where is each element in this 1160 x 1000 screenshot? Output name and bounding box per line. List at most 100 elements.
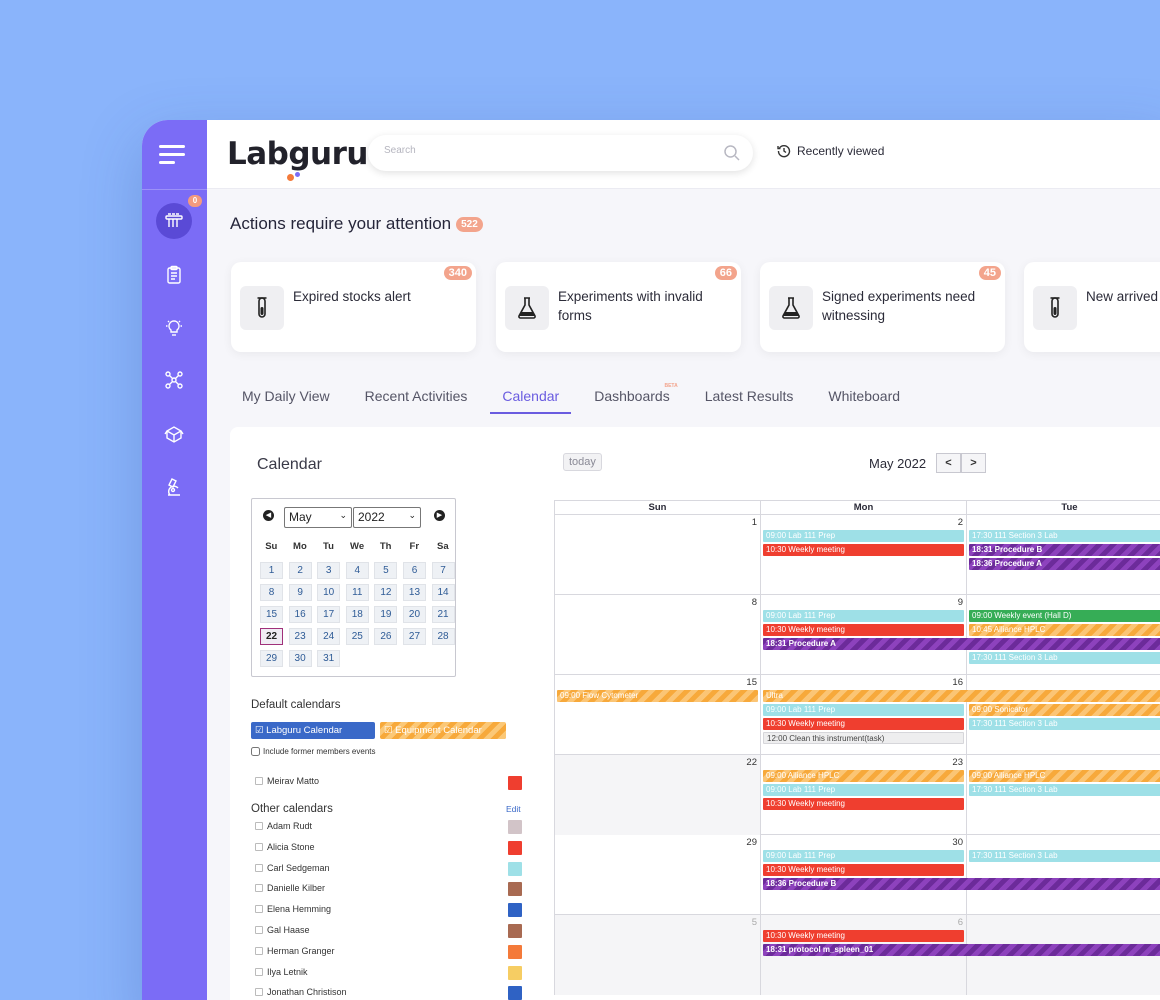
box-icon[interactable] [156, 415, 192, 451]
calendar-event[interactable]: 09:00 Alliance HPLC [969, 770, 1160, 782]
color-swatch[interactable] [508, 840, 522, 855]
mini-day[interactable]: 19 [374, 606, 398, 623]
calendar-event[interactable]: 09:00 Lab 111 Prep [763, 610, 964, 622]
color-swatch[interactable] [508, 986, 522, 1000]
calendar-event[interactable]: 09:00 Flow Cytometer [557, 690, 758, 702]
microscope-icon[interactable] [156, 469, 192, 505]
day-cell[interactable]: 15 [555, 675, 761, 755]
calendar-event[interactable]: Ultra [763, 690, 1160, 702]
calendar-event[interactable]: 10:30 Weekly meeting [763, 798, 964, 810]
labguru-logo[interactable]: Labguru [227, 136, 368, 181]
mini-day[interactable]: 31 [317, 650, 341, 667]
calendar-event[interactable]: 09:00 Lab 111 Prep [763, 784, 964, 796]
day-cell[interactable]: 29 [555, 835, 761, 915]
mini-day[interactable]: 13 [402, 584, 426, 601]
mini-day[interactable]: 20 [402, 606, 426, 623]
edit-calendars-link[interactable]: Edit [506, 804, 521, 814]
color-swatch[interactable] [508, 861, 522, 876]
search-input[interactable] [384, 145, 704, 156]
mini-day[interactable]: 9 [288, 584, 312, 601]
calendar-event[interactable]: 10:30 Weekly meeting [763, 718, 964, 730]
samples-icon[interactable]: 0 [156, 195, 202, 239]
other-calendar-item[interactable]: Carl Sedgeman [255, 863, 330, 873]
day-cell[interactable]: 8 [555, 595, 761, 675]
calendar-event[interactable]: 10:30 Weekly meeting [763, 930, 964, 942]
other-calendar-item[interactable]: Ilya Letnik [255, 967, 308, 977]
expired-stocks-card[interactable]: Expired stocks alert 340 [231, 262, 476, 352]
calendar-event[interactable]: 12:00 Clean this instrument(task) [763, 732, 964, 744]
mini-day[interactable]: 26 [374, 628, 398, 645]
today-button[interactable]: today [563, 453, 602, 471]
invalid-forms-card[interactable]: Experiments with invalid forms 66 [496, 262, 741, 352]
other-calendar-item[interactable]: Elena Hemming [255, 904, 331, 914]
mini-day[interactable]: 25 [345, 628, 369, 645]
day-cell[interactable]: 5 [555, 915, 761, 995]
color-swatch[interactable] [508, 903, 522, 918]
mini-day[interactable]: 5 [374, 562, 398, 579]
color-swatch[interactable] [508, 944, 522, 959]
mini-day[interactable]: 12 [374, 584, 398, 601]
mini-year-select[interactable]: 2022 ⌄ [353, 507, 421, 528]
mini-day[interactable]: 6 [402, 562, 426, 579]
mini-day[interactable]: 16 [288, 606, 312, 623]
mini-day[interactable]: 17 [317, 606, 341, 623]
mini-day[interactable]: 15 [260, 606, 283, 623]
lightbulb-icon[interactable] [156, 310, 192, 346]
color-swatch[interactable] [508, 965, 522, 980]
mini-prev-icon[interactable]: ◀ [263, 510, 274, 521]
day-cell[interactable]: 22 [555, 755, 761, 835]
mini-day[interactable]: 2 [288, 562, 312, 579]
mini-day[interactable]: 21 [431, 606, 455, 623]
other-calendar-item[interactable]: Gal Haase [255, 925, 310, 935]
network-icon[interactable] [156, 362, 192, 398]
mini-day[interactable]: 3 [317, 562, 341, 579]
mini-day[interactable]: 14 [431, 584, 455, 601]
day-cell[interactable]: 1 [555, 515, 761, 595]
calendar-event[interactable]: 18:31 Procedure A [763, 638, 1160, 650]
calendar-event[interactable]: 09:00 Weekly event (Hall D) [969, 610, 1160, 622]
prev-month-button[interactable]: < [936, 453, 961, 473]
calendar-event[interactable]: 17:30 111 Section 3 Lab [969, 530, 1160, 542]
calendar-event[interactable]: 10:30 Weekly meeting [763, 864, 964, 876]
mini-day[interactable]: 7 [431, 562, 455, 579]
color-swatch[interactable] [508, 776, 522, 790]
calendar-event[interactable]: 10:45 Alliance HPLC [969, 624, 1160, 636]
day-cell[interactable]: 31 [967, 835, 1160, 915]
calendar-event[interactable]: 18:36 Procedure A [969, 558, 1160, 570]
hamburger-menu-icon[interactable] [159, 145, 185, 165]
mini-day[interactable]: 29 [260, 650, 283, 667]
calendar-event[interactable]: 09:00 Lab 111 Prep [763, 850, 964, 862]
my-calendar-item[interactable]: Meirav Matto [255, 776, 319, 786]
new-arrived-card[interactable]: New arrived [1024, 262, 1160, 352]
calendar-event[interactable]: 09:00 Alliance HPLC [763, 770, 964, 782]
mini-next-icon[interactable]: ▶ [434, 510, 445, 521]
mini-day[interactable]: 4 [345, 562, 369, 579]
color-swatch[interactable] [508, 820, 522, 834]
other-calendar-item[interactable]: Jonathan Christison [255, 987, 347, 997]
color-swatch[interactable] [508, 882, 522, 897]
calendar-event[interactable]: 18:36 Procedure B [763, 878, 1160, 890]
calendar-event[interactable]: 10:30 Weekly meeting [763, 544, 964, 556]
include-former-checkbox[interactable] [251, 747, 260, 756]
mini-day[interactable]: 27 [402, 628, 426, 645]
search-box[interactable] [368, 135, 753, 171]
mini-day[interactable]: 22 [260, 628, 283, 645]
mini-day[interactable]: 10 [317, 584, 341, 601]
calendar-event[interactable]: 09:00 Sonicator [969, 704, 1160, 716]
calendar-event[interactable]: 18:31 protocol m_spleen_01 [763, 944, 1160, 956]
calendar-event[interactable]: 10:30 Weekly meeting [763, 624, 964, 636]
color-swatch[interactable] [508, 924, 522, 938]
mini-day[interactable]: 11 [345, 584, 369, 601]
mini-day[interactable]: 1 [260, 562, 283, 579]
calendar-event[interactable]: 17:30 111 Section 3 Lab [969, 784, 1160, 796]
mini-day[interactable]: 18 [345, 606, 369, 623]
calendar-event[interactable]: 18:31 Procedure B [969, 544, 1160, 556]
search-icon[interactable] [723, 144, 741, 162]
mini-day[interactable]: 24 [317, 628, 341, 645]
tab-dashboards[interactable]: Dashboards BETA [594, 382, 678, 414]
tab-latest-results[interactable]: Latest Results [705, 382, 794, 414]
equipment-calendar-toggle[interactable]: ☑ Equipment Calendar [380, 722, 506, 739]
other-calendar-item[interactable]: Herman Granger [255, 946, 335, 956]
calendar-event[interactable]: 09:00 Lab 111 Prep [763, 530, 964, 542]
calendar-event[interactable]: 17:30 111 Section 3 Lab [969, 850, 1160, 862]
